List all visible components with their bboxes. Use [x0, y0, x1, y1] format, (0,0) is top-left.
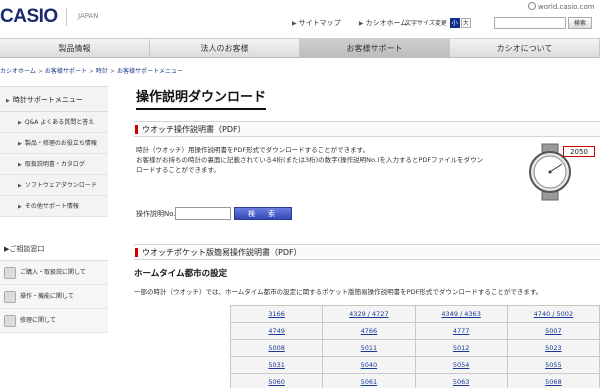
model-link[interactable]: 5023 — [506, 339, 600, 357]
model-link[interactable]: 3166 — [229, 305, 324, 323]
arrow-right-icon: ▶ — [358, 20, 364, 27]
model-link[interactable]: 4766 — [322, 322, 416, 340]
model-link[interactable]: 5063 — [414, 373, 508, 388]
sidebar-item-qa[interactable]: ▶ Q&A よくある質問と答え — [0, 112, 108, 133]
model-link[interactable]: 5054 — [414, 356, 508, 374]
breadcrumb-separator: > — [109, 68, 115, 75]
watch-code-highlight: 2050 — [563, 146, 595, 157]
home-time-city-title: ホームタイム都市の設定 — [134, 269, 228, 279]
top-links: ▶ サイトマップ ▶ カシオホーム — [292, 18, 423, 28]
nav-business[interactable]: 法人のお客様 — [150, 39, 300, 57]
model-link[interactable]: 4349 / 4363 — [414, 305, 508, 323]
model-link[interactable]: 5012 — [414, 339, 508, 357]
font-size-small-button[interactable]: 小 — [449, 18, 460, 28]
page-title: 操作説明ダウンロード — [136, 86, 267, 110]
bullet-icon: ▶ — [18, 162, 22, 168]
font-size-switcher: 文字サイズ変更 小大 — [405, 18, 471, 28]
model-link[interactable]: 5061 — [322, 373, 416, 388]
model-link[interactable]: 4749 — [229, 322, 324, 340]
breadcrumb-menu[interactable]: お客様サポートメニュー — [117, 68, 183, 75]
model-link[interactable]: 4777 — [414, 322, 508, 340]
sidebar-item-tips[interactable]: ▶ 製品・修理のお役立ち情報 — [0, 133, 108, 154]
sidebar-item-other[interactable]: ▶ その他サポート情報 — [0, 196, 108, 217]
model-search-button[interactable]: 検 索 — [234, 207, 292, 220]
table-row: 5031 5040 5054 5055 — [229, 356, 600, 374]
casio-logo[interactable]: CASIO — [0, 6, 58, 28]
model-link[interactable]: 5068 — [506, 373, 600, 388]
domain-text: world.casio.com — [538, 3, 595, 11]
wrench-icon — [4, 314, 16, 327]
nav-support[interactable]: お客様サポート — [300, 39, 450, 57]
table-row: 4749 4766 4777 5007 — [229, 322, 600, 340]
nav-products[interactable]: 製品情報 — [0, 39, 150, 57]
model-link[interactable]: 5055 — [506, 356, 600, 374]
site-search-button[interactable]: 検索 — [568, 17, 592, 29]
font-size-large-button[interactable]: 大 — [460, 18, 471, 28]
table-row: 5060 5061 5063 5068 — [229, 373, 600, 388]
table-row: 3166 4329 / 4727 4349 / 4363 4740 / 5002 — [229, 305, 600, 323]
table-row: 5008 5011 5012 5023 — [229, 339, 600, 357]
contact-purchase[interactable]: ご購入・取扱説に関して — [0, 261, 108, 285]
nav-about[interactable]: カシオについて — [450, 39, 600, 57]
model-link[interactable]: 5011 — [322, 339, 416, 357]
model-link[interactable]: 5007 — [506, 322, 600, 340]
section-pocket-manual-description: 一部の時計（ウオッチ）では、ホームタイム都市の設定に関するポケット版簡易操作説明… — [134, 288, 543, 296]
operation-icon — [4, 290, 16, 303]
sidebar-item-manuals[interactable]: ▶ 取扱説明書・カタログ — [0, 154, 108, 175]
bullet-icon: ▶ — [18, 204, 22, 210]
breadcrumb-separator: > — [37, 68, 43, 75]
section-pocket-manual-title: ウオッチポケット版簡易操作説明書（PDF） — [134, 244, 600, 260]
sidebar-item-software[interactable]: ▶ ソフトウェアダウンロード — [0, 175, 108, 196]
model-link[interactable]: 4329 / 4727 — [322, 305, 416, 323]
globe-icon — [528, 2, 536, 10]
sitemap-link[interactable]: ▶ サイトマップ — [292, 19, 349, 27]
font-size-label: 文字サイズ変更 — [405, 20, 447, 27]
model-link[interactable]: 4740 / 5002 — [506, 305, 600, 323]
contact-repair[interactable]: 修理に関して — [0, 309, 108, 333]
breadcrumb-watch[interactable]: 時計 — [96, 68, 108, 75]
breadcrumb-home[interactable]: カシオホーム — [0, 68, 36, 75]
model-number-input[interactable] — [175, 207, 231, 220]
bullet-icon: ▶ — [6, 98, 10, 104]
contact-title: ▶ご相談窓口 — [0, 237, 108, 261]
model-number-table: 3166 4329 / 4727 4349 / 4363 4740 / 5002… — [229, 305, 600, 388]
model-link[interactable]: 5031 — [229, 356, 324, 374]
description-line: ロードすることができます。 — [136, 166, 220, 174]
bullet-icon: ▶ — [18, 141, 22, 147]
global-nav: 製品情報 法人のお客様 お客様サポート カシオについて — [0, 38, 600, 58]
model-number-label: 操作説明No. — [136, 210, 176, 218]
breadcrumb-support[interactable]: お客様サポート — [45, 68, 87, 75]
world-link[interactable]: world.casio.com — [528, 2, 595, 11]
site-header: CASIO JAPAN world.casio.com ▶ サイトマップ ▶ カシオ… — [0, 0, 600, 38]
description-line: 時計（ウオッチ）用操作説明書をPDF形式でダウンロードすることができます。 — [136, 146, 370, 154]
breadcrumb-separator: > — [88, 68, 94, 75]
bullet-icon: ▶ — [18, 183, 22, 189]
sidebar-menu-title[interactable]: ▶ 時計サポートメニュー — [0, 86, 108, 112]
model-link[interactable]: 5040 — [322, 356, 416, 374]
region-label: JAPAN — [78, 12, 99, 20]
breadcrumb: カシオホーム > お客様サポート > 時計 > お客様サポートメニュー — [0, 66, 183, 75]
purchase-icon — [4, 266, 16, 279]
model-link[interactable]: 5060 — [229, 373, 324, 388]
description-line: お客様がお持ちの時計の裏面に記載されている4桁(または3桁)の数字(操作説明No… — [136, 156, 484, 164]
logo-divider — [66, 8, 67, 26]
section-watch-manual-title: ウオッチ操作説明書（PDF） — [134, 121, 600, 137]
site-search-input[interactable] — [494, 17, 566, 29]
arrow-right-icon: ▶ — [292, 20, 297, 27]
sidebar: ▶ 時計サポートメニュー ▶ Q&A よくある質問と答え ▶ 製品・修理のお役立ち情報… — [0, 86, 108, 333]
bullet-icon: ▶ — [18, 120, 22, 126]
model-link[interactable]: 5008 — [229, 339, 324, 357]
section-watch-manual-description: 時計（ウオッチ）用操作説明書をPDF形式でダウンロードすることができます。 お客… — [136, 145, 508, 175]
contact-operation[interactable]: 操作・機能に関して — [0, 285, 108, 309]
